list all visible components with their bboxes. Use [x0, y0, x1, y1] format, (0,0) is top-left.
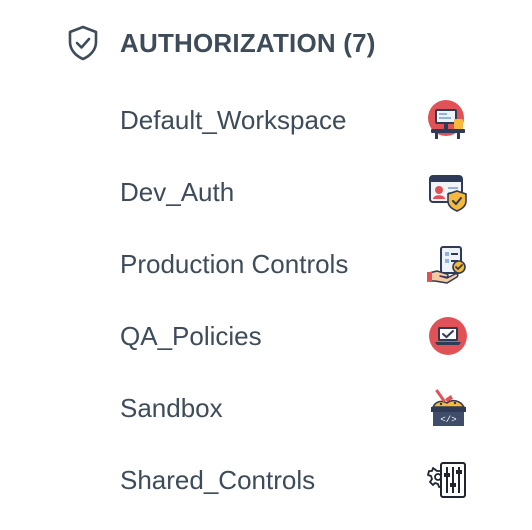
authorization-section-header[interactable]: AUTHORIZATION (7) [66, 22, 376, 64]
workspace-item-production-controls[interactable]: Production Controls [120, 228, 480, 300]
workspace-list: Default_Workspace Dev_Auth Production Co… [120, 84, 480, 516]
clipboard-checklist-hand-icon [426, 242, 470, 286]
workspace-item-qa-policies[interactable]: QA_Policies [120, 300, 480, 372]
workspace-item-dev-auth[interactable]: Dev_Auth [120, 156, 480, 228]
workspace-label: Default_Workspace [120, 104, 347, 135]
workstation-desk-icon [426, 98, 470, 142]
laptop-check-icon [426, 314, 470, 358]
sandbox-code-icon: </> [426, 386, 470, 430]
workspace-item-shared-controls[interactable]: Shared_Controls [120, 444, 480, 516]
workspace-item-sandbox[interactable]: Sandbox </> [120, 372, 480, 444]
workspace-label: Sandbox [120, 392, 223, 423]
gear-sliders-icon [426, 458, 470, 502]
workspace-label: Production Controls [120, 248, 349, 279]
svg-text:</>: </> [440, 415, 456, 425]
workspace-item-default-workspace[interactable]: Default_Workspace [120, 84, 480, 156]
shield-check-icon [66, 24, 100, 62]
section-title: AUTHORIZATION (7) [120, 27, 376, 58]
workspace-label: QA_Policies [120, 320, 262, 351]
id-card-shield-icon [426, 170, 470, 214]
workspace-label: Dev_Auth [120, 176, 235, 207]
workspace-label: Shared_Controls [120, 464, 316, 495]
